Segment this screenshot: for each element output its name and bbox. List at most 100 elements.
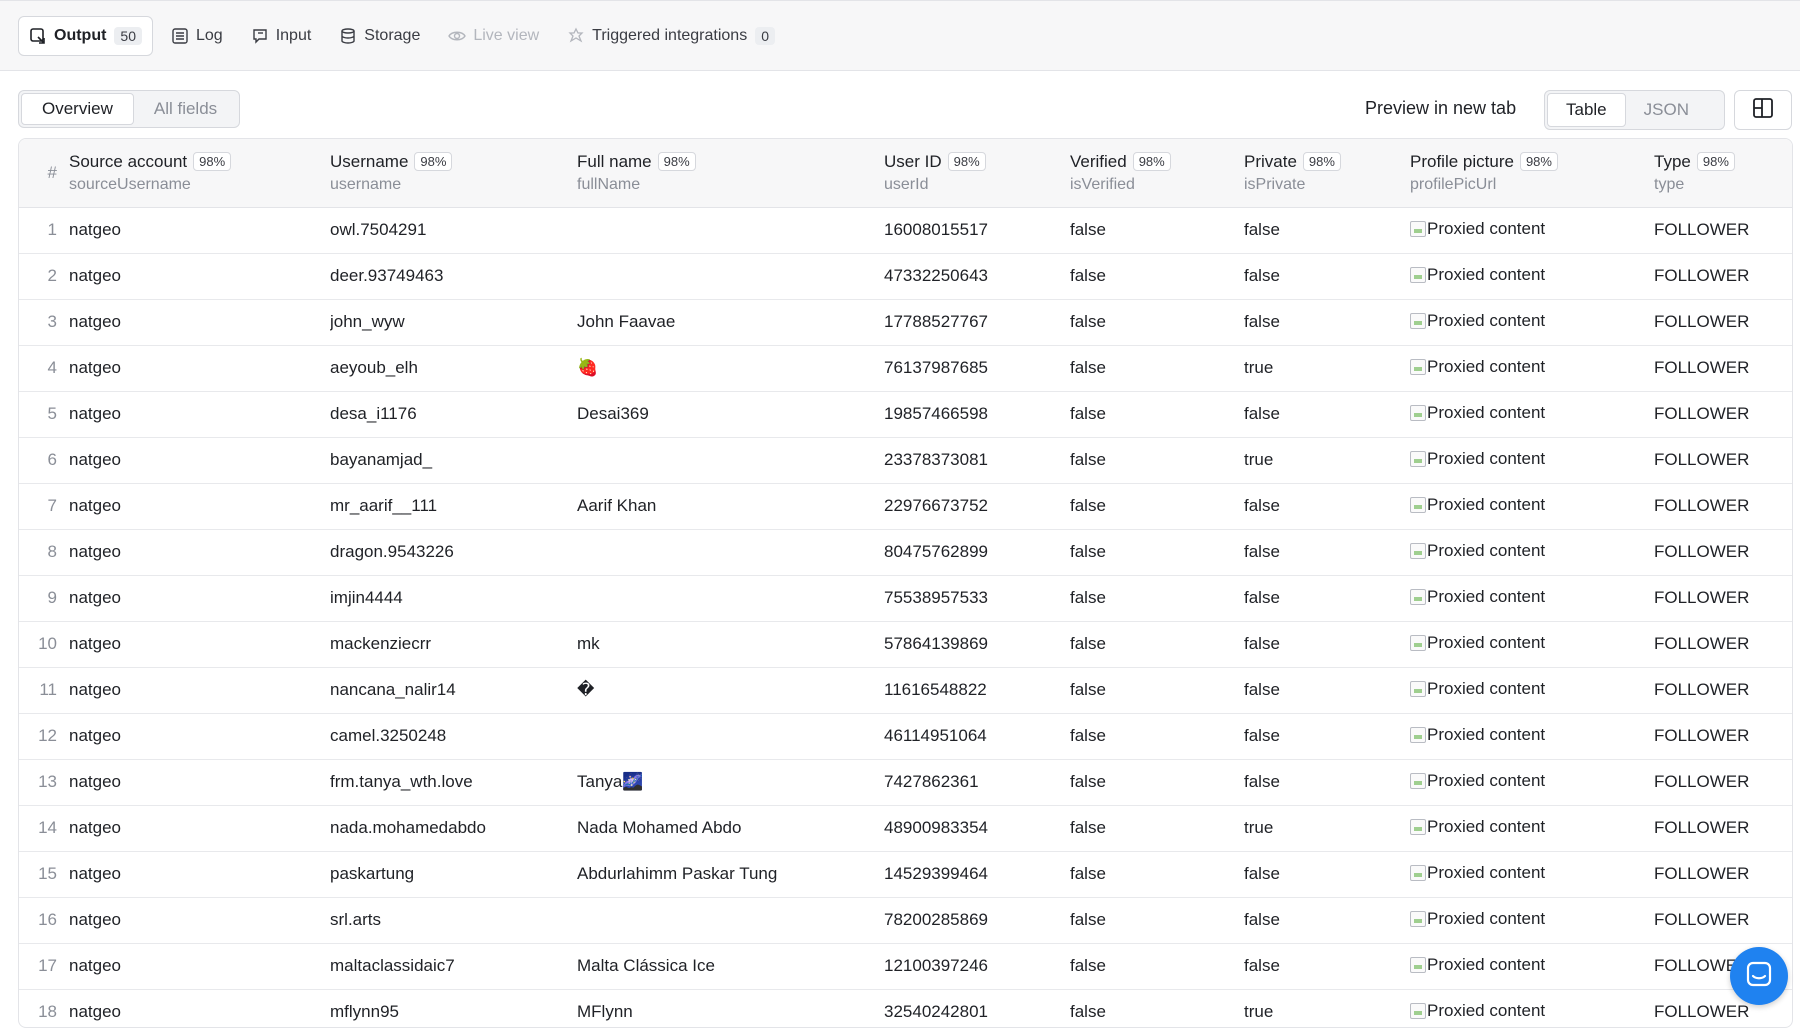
table-row[interactable]: 11 natgeo nancana_nalir14 � 11616548822 false… <box>19 667 1792 713</box>
table-row[interactable]: 5 natgeo desa_i1176 Desai369 19857466598 fals… <box>19 391 1792 437</box>
cell-user-id: 11616548822 <box>884 680 987 699</box>
profile-picture-link[interactable]: Proxied content <box>1410 771 1545 791</box>
profile-picture-link[interactable]: Proxied content <box>1410 909 1545 929</box>
profile-picture-link[interactable]: Proxied content <box>1410 357 1545 377</box>
column-header-type[interactable]: Type 98% type <box>1654 139 1792 208</box>
column-name: Type <box>1654 151 1691 171</box>
profile-picture-link[interactable]: Proxied content <box>1410 311 1545 331</box>
profile-picture-link[interactable]: Proxied content <box>1410 633 1545 653</box>
table-row[interactable]: 7 natgeo mr_aarif__111 Aarif Khan 2297667375… <box>19 483 1792 529</box>
broken-image-icon <box>1410 220 1426 237</box>
row-index: 4 <box>47 358 57 377</box>
table-row[interactable]: 10 natgeo mackenziecrr mk 57864139869 false fa… <box>19 621 1792 667</box>
profile-picture-link[interactable]: Proxied content <box>1410 679 1545 699</box>
profile-picture-link[interactable]: Proxied content <box>1410 955 1545 975</box>
cell-type: FOLLOWER <box>1654 910 1750 929</box>
profile-picture-link[interactable]: Proxied content <box>1410 817 1545 837</box>
tab-output-label: Output <box>54 27 107 44</box>
overview-button[interactable]: Overview <box>21 93 134 125</box>
table-row[interactable]: 6 natgeo bayanamjad_ 23378373081 false true Pr… <box>19 437 1792 483</box>
table-row[interactable]: 16 natgeo srl.arts 78200285869 false false Pro… <box>19 897 1792 943</box>
run-tabs: Output 50 Log Input Storage Live view Tr… <box>18 16 793 56</box>
row-index: 3 <box>47 312 57 331</box>
column-header-username[interactable]: Username 98% username <box>330 139 577 208</box>
profile-picture-link[interactable]: Proxied content <box>1410 863 1545 883</box>
table-row[interactable]: 9 natgeo imjin4444 75538957533 false false Pro… <box>19 575 1792 621</box>
layout-icon <box>1752 97 1774 124</box>
cell-user-id: 19857466598 <box>884 404 989 423</box>
tab-output[interactable]: Output 50 <box>18 16 153 56</box>
layout-toggle-button[interactable] <box>1734 90 1792 130</box>
cell-user-id: 80475762899 <box>884 542 989 561</box>
cell-private: false <box>1244 680 1280 699</box>
tab-input[interactable]: Input <box>241 16 322 56</box>
fill-rate-badge: 98% <box>414 152 453 172</box>
table-row[interactable]: 15 natgeo paskartung Abdurlahimm Paskar Tun… <box>19 851 1792 897</box>
profile-picture-alt-text: Proxied content <box>1427 724 1546 744</box>
cell-profile-picture: Proxied content <box>1410 989 1654 1027</box>
cell-profile-picture: Proxied content <box>1410 897 1654 943</box>
column-header-verified[interactable]: Verified 98% isVerified <box>1070 139 1244 208</box>
table-row[interactable]: 18 natgeo mflynn95 MFlynn 32540242801 false tr… <box>19 989 1792 1027</box>
cell-profile-picture: Proxied content <box>1410 253 1654 299</box>
profile-picture-alt-text: Proxied content <box>1427 1000 1546 1020</box>
cell-private: true <box>1244 1002 1274 1021</box>
tab-triggered-integrations[interactable]: Triggered integrations 0 <box>557 16 785 56</box>
cell-source-account: natgeo <box>69 496 121 515</box>
column-header-private[interactable]: Private 98% isPrivate <box>1244 139 1410 208</box>
cell-source-account: natgeo <box>69 772 121 791</box>
tab-live-view[interactable]: Live view <box>438 16 549 56</box>
cell-username: srl.arts <box>330 910 381 929</box>
profile-picture-link[interactable]: Proxied content <box>1410 219 1545 239</box>
table-row[interactable]: 3 natgeo john_wyw John Faavae 17788527767 fal… <box>19 299 1792 345</box>
fill-rate-badge: 98% <box>1519 152 1558 172</box>
tab-log[interactable]: Log <box>161 16 233 56</box>
cell-source-account: natgeo <box>69 956 121 975</box>
preview-in-new-tab-link[interactable]: Preview in new tab <box>1365 98 1516 119</box>
column-header-source-account[interactable]: Source account 98% sourceUsername <box>69 139 330 208</box>
chat-support-button[interactable] <box>1730 947 1788 1005</box>
table-format-button[interactable]: Table <box>1547 93 1626 127</box>
tab-storage[interactable]: Storage <box>329 16 430 56</box>
cell-source-account: natgeo <box>69 220 121 239</box>
column-header-user-id[interactable]: User ID 98% userId <box>884 139 1070 208</box>
table-row[interactable]: 13 natgeo frm.tanya_wth.love Tanya🌌 74278623… <box>19 759 1792 805</box>
cell-username: deer.93749463 <box>330 266 444 285</box>
profile-picture-link[interactable]: Proxied content <box>1410 725 1545 745</box>
table-row[interactable]: 4 natgeo aeyoub_elh 🍓 76137987685 false true Pr… <box>19 345 1792 391</box>
table-row[interactable]: 12 natgeo camel.3250248 46114951064 false fal… <box>19 713 1792 759</box>
profile-picture-link[interactable]: Proxied content <box>1410 265 1545 285</box>
cell-private: true <box>1244 818 1274 837</box>
all-fields-button[interactable]: All fields <box>134 93 237 125</box>
cell-source-account: natgeo <box>69 450 121 469</box>
cell-source-account: natgeo <box>69 818 121 837</box>
profile-picture-alt-text: Proxied content <box>1427 586 1546 606</box>
profile-picture-link[interactable]: Proxied content <box>1410 1001 1545 1021</box>
cell-type: FOLLOWER <box>1654 542 1750 561</box>
profile-picture-link[interactable]: Proxied content <box>1410 495 1545 515</box>
cell-full-name: mk <box>577 634 600 653</box>
column-header-profile-picture[interactable]: Profile picture 98% profilePicUrl <box>1410 139 1654 208</box>
broken-image-icon <box>1410 910 1426 927</box>
table-body: 1 natgeo owl.7504291 16008015517 false false P… <box>19 207 1792 1027</box>
table-row[interactable]: 8 natgeo dragon.9543226 80475762899 false fal… <box>19 529 1792 575</box>
profile-picture-link[interactable]: Proxied content <box>1410 403 1545 423</box>
cell-user-id: 22976673752 <box>884 496 989 515</box>
column-header-full-name[interactable]: Full name 98% fullName <box>577 139 884 208</box>
table-row[interactable]: 1 natgeo owl.7504291 16008015517 false false P… <box>19 207 1792 253</box>
column-name: Verified <box>1070 151 1127 171</box>
table-row[interactable]: 17 natgeo maltaclassidaic7 Malta Clássica I… <box>19 943 1792 989</box>
json-format-button[interactable]: JSON <box>1626 93 1707 127</box>
cell-user-id: 16008015517 <box>884 220 989 239</box>
profile-picture-link[interactable]: Proxied content <box>1410 541 1545 561</box>
row-index: 2 <box>47 266 57 285</box>
table-row[interactable]: 2 natgeo deer.93749463 47332250643 false fals… <box>19 253 1792 299</box>
cell-full-name: 🍓 <box>577 358 599 377</box>
profile-picture-link[interactable]: Proxied content <box>1410 449 1545 469</box>
column-key: isVerified <box>1070 175 1135 193</box>
cell-verified: false <box>1070 358 1106 377</box>
dataset-table: # Source account 98% sourceUsername Usern… <box>19 139 1792 1027</box>
table-row[interactable]: 14 natgeo nada.mohamedabdo Nada Mohamed Abd… <box>19 805 1792 851</box>
eye-icon <box>448 27 467 45</box>
profile-picture-link[interactable]: Proxied content <box>1410 587 1545 607</box>
